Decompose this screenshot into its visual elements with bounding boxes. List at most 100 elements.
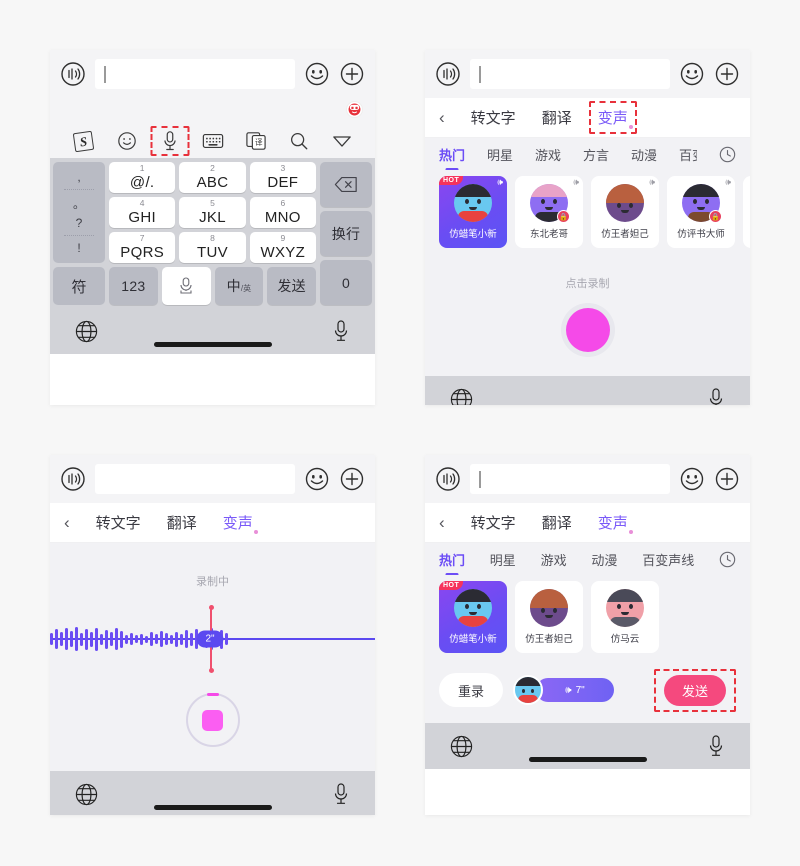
tab-to-text[interactable]: 转文字	[471, 512, 516, 533]
add-icon[interactable]	[339, 61, 365, 87]
tab-voice-changer[interactable]: 变声	[588, 101, 637, 134]
voice-wave-icon[interactable]	[60, 61, 86, 87]
voice-card[interactable]: 🕪 仿王者妲己	[591, 176, 659, 248]
microphone-icon[interactable]	[331, 782, 351, 806]
text-caret	[479, 65, 481, 83]
tab-translate[interactable]: 翻译	[542, 512, 572, 533]
key-2[interactable]: 2 ABC	[179, 162, 246, 193]
cat-tab-dialect[interactable]: 方言	[583, 145, 609, 164]
emoji-icon[interactable]	[304, 466, 330, 492]
key-4[interactable]: 4 GHI	[109, 197, 176, 228]
audio-clip-bubble[interactable]: 🕪 7"	[536, 678, 614, 702]
tab-to-text[interactable]: 转文字	[96, 512, 141, 533]
waveform-bar	[95, 627, 98, 651]
search-icon[interactable]	[277, 124, 320, 158]
emoji-icon[interactable]	[679, 61, 705, 87]
globe-icon[interactable]	[74, 782, 99, 807]
microphone-icon[interactable]	[148, 124, 191, 158]
cat-tab-hot[interactable]: 热门	[439, 550, 465, 569]
emoji-icon[interactable]	[105, 124, 148, 158]
message-input[interactable]	[95, 59, 295, 89]
record-button[interactable]	[560, 303, 615, 357]
voice-wave-icon[interactable]	[435, 466, 461, 492]
add-icon[interactable]	[339, 466, 365, 492]
voice-wave-icon[interactable]	[435, 61, 461, 87]
zero-key[interactable]: 0	[320, 260, 372, 305]
punct-period[interactable]: 。	[73, 195, 85, 212]
home-indicator[interactable]	[528, 757, 647, 762]
message-input[interactable]	[95, 464, 295, 494]
tab-voice-changer[interactable]: 变声	[223, 512, 258, 534]
key-6[interactable]: 6 MNO	[249, 197, 316, 228]
send-key[interactable]: 发送	[267, 267, 316, 305]
waveform[interactable]: 2"	[50, 605, 375, 673]
waveform-bar	[190, 632, 193, 646]
key-8[interactable]: 8 TUV	[179, 232, 246, 263]
globe-icon[interactable]	[449, 387, 474, 406]
waveform-bar	[185, 630, 188, 648]
home-indicator[interactable]	[153, 805, 272, 810]
redo-record-button[interactable]: 重录	[439, 673, 503, 707]
cat-tab-hot[interactable]: 热门	[439, 145, 465, 164]
tab-voice-changer[interactable]: 变声	[598, 512, 633, 534]
voice-card[interactable]: 仿王者妲己	[515, 581, 583, 653]
voice-card[interactable]: 仿马云	[591, 581, 659, 653]
voice-card[interactable]: HOT 🕪 仿蜡笔小新	[439, 176, 507, 248]
back-button[interactable]: ‹	[439, 109, 445, 126]
tab-translate[interactable]: 翻译	[167, 512, 197, 533]
microphone-icon[interactable]	[706, 387, 726, 405]
voice-wave-icon[interactable]	[60, 466, 86, 492]
add-icon[interactable]	[714, 466, 740, 492]
add-icon[interactable]	[714, 61, 740, 87]
audio-clip-group[interactable]: 🕪 7"	[513, 675, 644, 705]
stop-record-button[interactable]	[185, 693, 240, 747]
emoji-icon[interactable]	[679, 466, 705, 492]
cat-tab-game[interactable]: 游戏	[535, 145, 561, 164]
language-toggle-key[interactable]: 中 /英	[214, 267, 264, 305]
avatar-badge-icon[interactable]	[346, 101, 363, 118]
symbol-key[interactable]: 符	[53, 267, 105, 305]
microphone-icon[interactable]	[331, 319, 351, 343]
punctuation-key[interactable]: , 。 ? !	[53, 162, 105, 263]
back-button[interactable]: ‹	[439, 514, 445, 531]
cat-tab-versatile[interactable]: 百变	[679, 145, 697, 164]
newline-key[interactable]: 换行	[320, 211, 372, 256]
chevron-down-icon[interactable]	[320, 124, 363, 158]
emoji-icon[interactable]	[304, 61, 330, 87]
voice-card[interactable]: 🕪 🔒 东北老哥	[515, 176, 583, 248]
key-9[interactable]: 9 WXYZ	[249, 232, 316, 263]
cat-tab-anime[interactable]: 动漫	[631, 145, 657, 164]
cat-tab-star[interactable]: 明星	[487, 145, 513, 164]
message-input[interactable]	[470, 464, 670, 494]
cat-tab-anime[interactable]: 动漫	[591, 550, 617, 569]
key-7[interactable]: 7 PQRS	[109, 232, 176, 263]
voice-card-partial[interactable]	[743, 176, 750, 248]
keyboard-icon[interactable]	[191, 124, 234, 158]
punct-exclaim[interactable]: !	[77, 241, 80, 255]
key-5[interactable]: 5 JKL	[179, 197, 246, 228]
key-1[interactable]: 1 @/.	[109, 162, 176, 193]
sogou-logo-icon[interactable]: S	[62, 124, 105, 158]
voice-card[interactable]: HOT 仿蜡笔小新	[439, 581, 507, 653]
backspace-key[interactable]	[320, 162, 372, 207]
translate-icon[interactable]: 译	[234, 124, 277, 158]
microphone-icon[interactable]	[706, 734, 726, 758]
back-button[interactable]: ‹	[64, 514, 70, 531]
voice-card[interactable]: 🕪 🔒 仿评书大师	[667, 176, 735, 248]
numeric-mode-key[interactable]: 123	[109, 267, 158, 305]
punct-comma[interactable]: ,	[77, 170, 80, 184]
message-input[interactable]	[470, 59, 670, 89]
punct-question[interactable]: ?	[76, 216, 83, 230]
clock-icon[interactable]	[719, 146, 736, 163]
cat-tab-game[interactable]: 游戏	[541, 550, 567, 569]
tab-translate[interactable]: 翻译	[542, 107, 572, 128]
space-key[interactable]	[161, 267, 211, 305]
cat-tab-versatile-voices[interactable]: 百变声线	[642, 550, 694, 569]
globe-icon[interactable]	[449, 734, 474, 759]
clock-icon[interactable]	[719, 551, 736, 568]
cat-tab-star[interactable]: 明星	[490, 550, 516, 569]
tab-to-text[interactable]: 转文字	[471, 107, 516, 128]
home-indicator[interactable]	[153, 342, 272, 347]
key-3[interactable]: 3 DEF	[249, 162, 316, 193]
globe-icon[interactable]	[74, 319, 99, 344]
